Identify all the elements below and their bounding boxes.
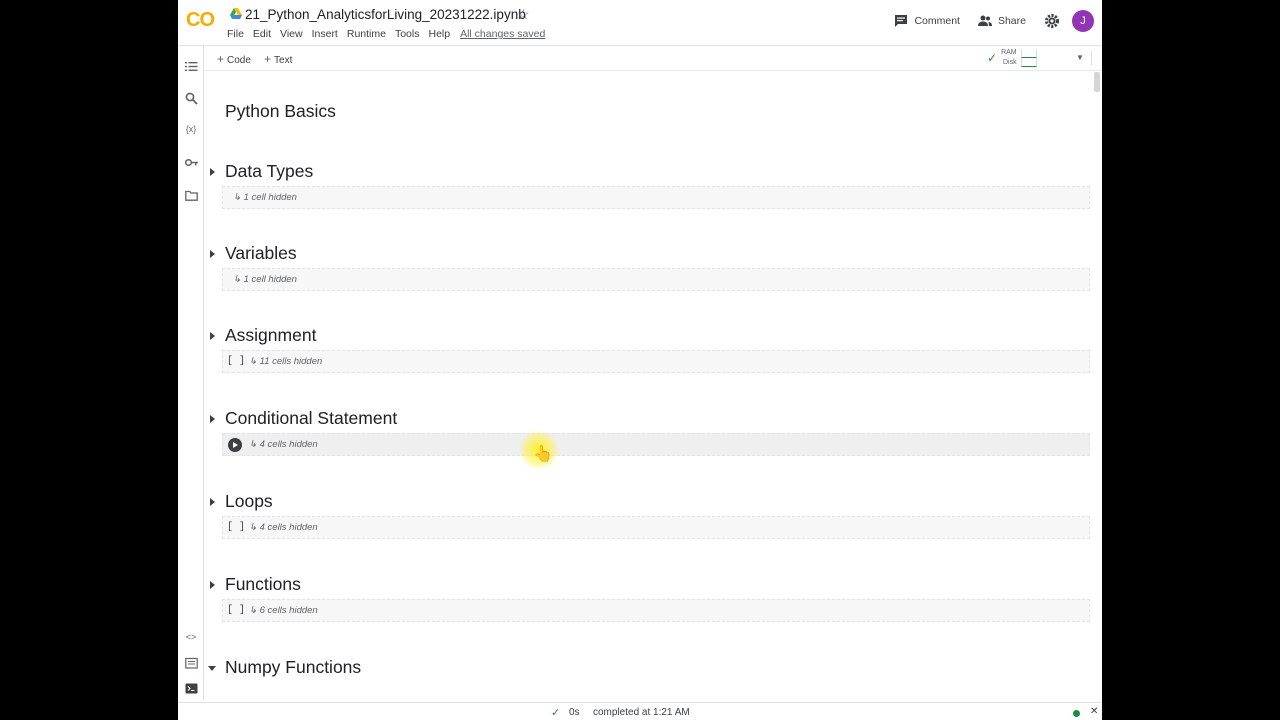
- disk-label: Disk: [1003, 59, 1017, 66]
- comment-button[interactable]: Comment: [894, 14, 960, 28]
- hidden-cells-text: ↳ 4 cells hidden: [249, 439, 318, 450]
- notebook-toolbar: +Code +Text ✓ RAM Disk ▼ ︿: [205, 46, 1102, 71]
- resource-bars: [1020, 49, 1037, 67]
- status-bar: ✓ 0s completed at 1:21 AM ✕: [178, 702, 1102, 720]
- connected-check-icon: ✓: [987, 51, 998, 65]
- run-bracket[interactable]: [ ]: [227, 605, 245, 616]
- disk-bar: [1020, 58, 1037, 67]
- folder-icon[interactable]: [184, 189, 198, 203]
- save-status[interactable]: All changes saved: [460, 28, 545, 40]
- section-heading[interactable]: Data Types: [225, 161, 313, 182]
- collapse-triangle-icon[interactable]: [208, 666, 216, 671]
- ram-label: RAM: [1001, 49, 1017, 56]
- menu-tools[interactable]: Tools: [395, 28, 420, 40]
- section-heading[interactable]: Conditional Statement: [225, 408, 397, 429]
- section-heading[interactable]: Loops: [225, 491, 273, 512]
- run-bracket[interactable]: [ ]: [227, 356, 245, 367]
- completed-text[interactable]: completed at 1:21 AM: [593, 707, 690, 718]
- run-bracket[interactable]: [ ]: [227, 522, 245, 533]
- expand-triangle-icon[interactable]: [210, 498, 215, 506]
- expand-triangle-icon[interactable]: [210, 168, 215, 176]
- expand-triangle-icon[interactable]: [210, 250, 215, 258]
- comment-icon: [895, 15, 908, 27]
- drive-icon: [230, 8, 242, 19]
- hidden-cells-text: ↳ 11 cells hidden: [249, 356, 323, 367]
- section-heading[interactable]: Numpy Functions: [225, 657, 361, 678]
- exec-time: 0s: [569, 707, 580, 718]
- star-icon[interactable]: ☆: [517, 6, 530, 23]
- status-dot: [1073, 710, 1080, 717]
- key-icon[interactable]: [184, 156, 198, 170]
- left-sidebar: {x} <>: [178, 46, 204, 700]
- hidden-cells-bar[interactable]: [ ] ↳ 4 cells hidden: [222, 516, 1090, 539]
- notebook-title[interactable]: 21_Python_AnalyticsforLiving_20231222.ip…: [245, 7, 526, 22]
- people-icon: [977, 15, 992, 26]
- menu-view[interactable]: View: [280, 28, 303, 40]
- header: CO 21_Python_AnalyticsforLiving_20231222…: [178, 0, 1102, 46]
- hidden-cells-bar[interactable]: ↳ 4 cells hidden: [222, 433, 1090, 456]
- section-heading[interactable]: Functions: [225, 574, 301, 595]
- resource-labels: RAM Disk: [1001, 48, 1017, 68]
- code-snippets-icon[interactable]: <>: [184, 632, 198, 646]
- comment-label: Comment: [914, 15, 960, 27]
- toolbar-divider: [1091, 51, 1092, 65]
- add-code-button[interactable]: + Code: [217, 52, 251, 66]
- share-button[interactable]: Share: [977, 14, 1026, 28]
- add-code-label: Code: [227, 55, 251, 66]
- hidden-cells-bar[interactable]: [ ] ↳ 11 cells hidden: [222, 350, 1090, 373]
- hand-cursor-icon: 👆: [533, 446, 553, 463]
- menu-help[interactable]: Help: [428, 28, 450, 40]
- expand-triangle-icon[interactable]: [210, 415, 215, 423]
- add-text-label: Text: [274, 55, 293, 66]
- menu-insert[interactable]: Insert: [312, 28, 338, 40]
- close-icon[interactable]: ✕: [1090, 706, 1098, 717]
- menu-runtime[interactable]: Runtime: [347, 28, 386, 40]
- status-check-icon: ✓: [551, 707, 561, 719]
- caret-down-icon[interactable]: ▼: [1076, 53, 1084, 62]
- share-label: Share: [997, 15, 1026, 27]
- hidden-cells-text: ↳ 1 cell hidden: [233, 274, 297, 285]
- section-heading[interactable]: Assignment: [225, 325, 316, 346]
- toc-icon[interactable]: [184, 60, 198, 74]
- avatar[interactable]: J: [1072, 10, 1094, 32]
- run-cell-button[interactable]: [228, 438, 242, 452]
- section-heading[interactable]: Variables: [225, 243, 297, 264]
- hidden-cells-text: ↳ 6 cells hidden: [249, 605, 318, 616]
- scrollbar[interactable]: [1094, 72, 1100, 92]
- header-actions: Comment Share J: [894, 10, 1094, 32]
- search-icon[interactable]: [184, 92, 198, 106]
- hidden-cells-bar[interactable]: ↳ 1 cell hidden: [222, 268, 1090, 291]
- notebook-body: Python Basics Data Types ↳ 1 cell hidden…: [205, 72, 1091, 700]
- resource-monitor[interactable]: ✓ RAM Disk: [987, 48, 1037, 68]
- menu-edit[interactable]: Edit: [253, 28, 271, 40]
- variables-icon[interactable]: {x}: [184, 124, 198, 138]
- notebook-heading: Python Basics: [225, 101, 336, 121]
- add-text-button[interactable]: + Text: [264, 52, 292, 66]
- hidden-cells-bar[interactable]: ↳ 1 cell hidden: [222, 186, 1090, 209]
- expand-triangle-icon[interactable]: [210, 332, 215, 340]
- hidden-cells-text: ↳ 1 cell hidden: [233, 192, 297, 203]
- terminal-icon[interactable]: [184, 682, 198, 696]
- colab-window: CO 21_Python_AnalyticsforLiving_20231222…: [178, 0, 1102, 720]
- command-palette-icon[interactable]: [184, 657, 198, 671]
- gear-icon[interactable]: [1044, 13, 1060, 29]
- expand-triangle-icon[interactable]: [210, 581, 215, 589]
- hidden-cells-bar[interactable]: [ ] ↳ 6 cells hidden: [222, 599, 1090, 622]
- menu-file[interactable]: File: [227, 28, 244, 40]
- ram-bar: [1020, 49, 1037, 58]
- hidden-cells-text: ↳ 4 cells hidden: [249, 522, 318, 533]
- menu-bar: File Edit View Insert Runtime Tools Help…: [227, 28, 545, 40]
- colab-logo[interactable]: CO: [186, 9, 215, 32]
